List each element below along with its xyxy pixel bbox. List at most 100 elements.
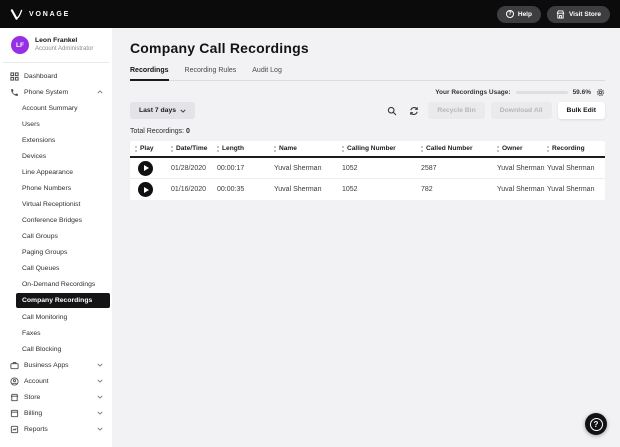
cell-owner: Yuval Sherman: [497, 186, 547, 193]
sidebar-subitem[interactable]: Conference Bridges: [0, 212, 112, 228]
recycle-bin-button[interactable]: Recycle Bin: [428, 102, 485, 119]
sidebar-subitem-label: Account Summary: [22, 105, 78, 112]
avatar: LF: [11, 36, 29, 54]
user-profile[interactable]: LF Leon Frankel Account Administrator: [3, 28, 109, 63]
chevron-down-icon: [97, 411, 103, 415]
column-header-label: Owner: [502, 145, 523, 152]
bulk-edit-button[interactable]: Bulk Edit: [558, 102, 605, 119]
help-icon: ?: [506, 10, 514, 18]
main-content: Company Call Recordings Recordings Recor…: [112, 28, 620, 447]
search-button[interactable]: [384, 103, 400, 119]
refresh-button[interactable]: [406, 103, 422, 119]
table-row: 01/16/2020 00:00:35 Yuval Sherman 1052 7…: [130, 179, 605, 200]
sidebar-subitem[interactable]: Call Monitoring: [0, 309, 112, 325]
top-bar: VONAGE ? Help Visit Store: [0, 0, 620, 28]
sidebar-item-account[interactable]: Account: [0, 373, 112, 389]
total-recordings: Total Recordings: 0: [130, 128, 605, 135]
sidebar-subitem-label: Conference Bridges: [22, 217, 82, 224]
user-name: Leon Frankel: [35, 37, 93, 46]
sidebar-item-billing[interactable]: Billing: [0, 405, 112, 421]
sort-handle-icon: [217, 146, 219, 152]
cell-calling-number: 1052: [342, 165, 421, 172]
play-cell: [135, 182, 171, 197]
play-icon: [144, 187, 149, 193]
sidebar-subitem[interactable]: Company Recordings: [16, 293, 110, 308]
sidebar-subitem[interactable]: Virtual Receptionist: [0, 196, 112, 212]
visit-store-button[interactable]: Visit Store: [547, 6, 610, 23]
column-header-label: Date/Time: [176, 145, 207, 152]
help-button[interactable]: ? Help: [497, 6, 541, 23]
sidebar-menu: Dashboard Phone System Account Summary U…: [0, 63, 112, 437]
tab-recordings[interactable]: Recordings: [130, 67, 169, 81]
sidebar-subitem[interactable]: Call Groups: [0, 228, 112, 244]
sidebar-subitem[interactable]: Faxes: [0, 325, 112, 341]
sidebar-subitem-label: Extensions: [22, 137, 55, 144]
cell-recording: Yuval Sherman: [547, 186, 605, 193]
table-body: 01/28/2020 00:00:17 Yuval Sherman 1052 2…: [130, 158, 605, 200]
sidebar-subitem[interactable]: Phone Numbers: [0, 180, 112, 196]
sidebar-item-reports[interactable]: Reports: [0, 421, 112, 437]
sort-handle-icon: [547, 146, 549, 152]
dashboard-icon: [9, 71, 19, 81]
chevron-down-icon: [180, 109, 186, 113]
column-header-label: Called Number: [426, 145, 473, 152]
help-button-label: Help: [518, 11, 532, 18]
sort-handle-icon: [274, 146, 276, 152]
sort-handle-icon: [497, 146, 499, 152]
vonage-logo: VONAGE: [10, 9, 70, 20]
sidebar-subitem-label: Company Recordings: [22, 297, 92, 304]
column-header[interactable]: Owner: [497, 145, 547, 152]
table-header-row: Play Date/Time Length Name Calling Numbe…: [130, 141, 605, 158]
sidebar-subitem-label: Paging Groups: [22, 249, 67, 256]
sidebar-item-label: Reports: [24, 426, 48, 433]
cell-owner: Yuval Sherman: [497, 165, 547, 172]
sidebar-subitem-label: On-Demand Recordings: [22, 281, 95, 288]
usage-settings-button[interactable]: [596, 88, 605, 97]
column-header-label: Recording: [552, 145, 585, 152]
sidebar-subitem[interactable]: Line Appearance: [0, 164, 112, 180]
column-header[interactable]: Play: [135, 145, 171, 152]
date-range-label: Last 7 days: [139, 107, 176, 114]
sidebar-item-store[interactable]: Store: [0, 389, 112, 405]
sidebar-subitem[interactable]: Call Blocking: [0, 341, 112, 357]
right-controls: Recycle Bin Download All Bulk Edit: [384, 102, 605, 119]
cell-name: Yuval Sherman: [274, 165, 342, 172]
sidebar-item-dashboard[interactable]: Dashboard: [0, 68, 112, 84]
column-header[interactable]: Date/Time: [171, 145, 217, 152]
sort-handle-icon: [135, 146, 137, 152]
column-header[interactable]: Called Number: [421, 145, 497, 152]
phone-system-submenu: Account Summary Users Extensions Devices…: [0, 100, 112, 357]
total-recordings-value: 0: [186, 128, 190, 135]
cell-date-time: 01/16/2020: [171, 186, 217, 193]
billing-icon: [9, 408, 19, 418]
sidebar-subitem[interactable]: On-Demand Recordings: [0, 276, 112, 292]
play-button[interactable]: [138, 182, 153, 197]
sidebar-subitem[interactable]: Users: [0, 116, 112, 132]
download-all-button[interactable]: Download All: [491, 102, 552, 119]
cell-name: Yuval Sherman: [274, 186, 342, 193]
column-header[interactable]: Recording: [547, 145, 605, 152]
sidebar-subitem[interactable]: Account Summary: [0, 100, 112, 116]
tab-recording-rules[interactable]: Recording Rules: [185, 67, 237, 80]
sidebar-subitem[interactable]: Call Queues: [0, 260, 112, 276]
visit-store-label: Visit Store: [569, 11, 601, 18]
column-header-label: Length: [222, 145, 244, 152]
sidebar-subitem[interactable]: Paging Groups: [0, 244, 112, 260]
column-header[interactable]: Calling Number: [342, 145, 421, 152]
date-range-filter[interactable]: Last 7 days: [130, 102, 195, 119]
cell-length: 00:00:17: [217, 165, 274, 172]
gear-icon: [596, 88, 605, 97]
sidebar-item-business-apps[interactable]: Business Apps: [0, 357, 112, 373]
sidebar-subitem[interactable]: Devices: [0, 148, 112, 164]
sidebar-subitem[interactable]: Extensions: [0, 132, 112, 148]
column-header[interactable]: Name: [274, 145, 342, 152]
column-header-label: Calling Number: [347, 145, 396, 152]
usage-percent: 59.6%: [573, 89, 591, 96]
column-header[interactable]: Length: [217, 145, 274, 152]
tab-audit-log[interactable]: Audit Log: [252, 67, 282, 80]
floating-help-button[interactable]: ?: [585, 413, 607, 435]
play-button[interactable]: [138, 161, 153, 176]
cell-calling-number: 1052: [342, 186, 421, 193]
sidebar-item-phone-system[interactable]: Phone System: [0, 84, 112, 100]
chevron-up-icon: [97, 90, 103, 94]
